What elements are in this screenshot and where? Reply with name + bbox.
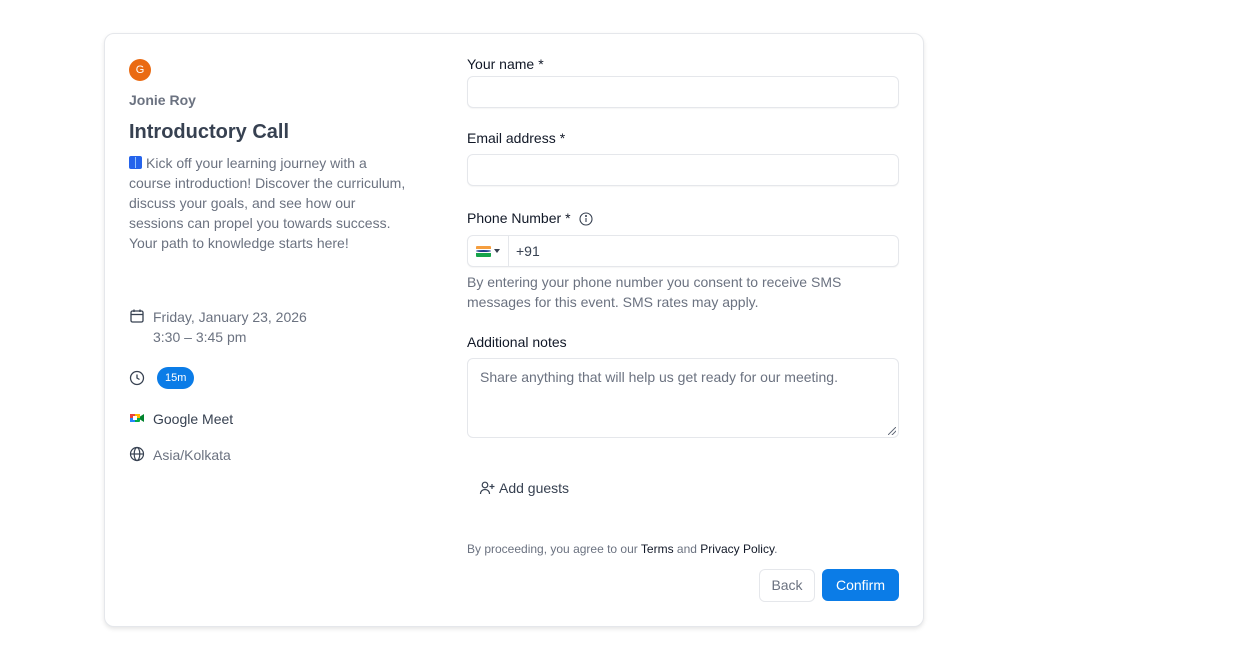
info-icon[interactable] <box>578 212 593 226</box>
duration-badge: 15m <box>157 367 195 389</box>
event-title: Introductory Call <box>129 121 290 143</box>
google-meet-icon <box>130 414 144 422</box>
event-timezone-row: Asia/Kolkata <box>129 445 231 465</box>
confirm-button[interactable]: Confirm <box>822 569 899 601</box>
book-icon <box>129 156 142 169</box>
notes-label: Additional notes <box>467 334 567 350</box>
event-location-row: Google Meet <box>129 409 233 429</box>
event-location: Google Meet <box>153 411 234 427</box>
clock-icon <box>129 370 145 386</box>
event-duration-row: 15m <box>129 367 195 389</box>
add-user-icon <box>479 481 495 495</box>
host-avatar: G <box>129 59 151 81</box>
india-flag-icon <box>476 245 491 257</box>
event-description: Kick off your learning journey with a co… <box>129 155 406 251</box>
name-label: Your name * <box>467 56 544 72</box>
back-button[interactable]: Back <box>759 569 815 602</box>
globe-icon <box>129 446 145 462</box>
event-date: Friday, January 23, 2026 <box>153 309 307 325</box>
phone-value: +91 <box>516 243 540 259</box>
chevron-down-icon <box>494 249 500 253</box>
country-selector[interactable] <box>468 236 509 266</box>
notes-field[interactable]: Share anything that will help us get rea… <box>467 358 899 438</box>
phone-consent-text: By entering your phone number you consen… <box>467 274 842 310</box>
name-field[interactable] <box>467 76 899 108</box>
notes-placeholder: Share anything that will help us get rea… <box>480 369 838 385</box>
booking-card: G Jonie Roy Introductory Call Kick off y… <box>104 33 924 627</box>
event-date-row: Friday, January 23, 2026 3:30 – 3:45 pm <box>129 307 307 347</box>
host-name: Jonie Roy <box>129 92 196 108</box>
terms-link[interactable]: Terms <box>641 542 674 556</box>
privacy-policy-link[interactable]: Privacy Policy <box>700 542 774 556</box>
phone-label: Phone Number * <box>467 210 593 226</box>
email-label: Email address * <box>467 130 566 146</box>
resize-handle[interactable] <box>888 427 896 435</box>
terms-text: By proceeding, you agree to our Terms an… <box>467 542 778 556</box>
email-field[interactable] <box>467 154 899 186</box>
event-timezone: Asia/Kolkata <box>153 447 231 463</box>
phone-field[interactable]: +91 <box>467 235 899 267</box>
event-time: 3:30 – 3:45 pm <box>153 329 247 345</box>
add-guests-button[interactable]: Add guests <box>479 480 569 496</box>
calendar-icon <box>130 309 144 323</box>
